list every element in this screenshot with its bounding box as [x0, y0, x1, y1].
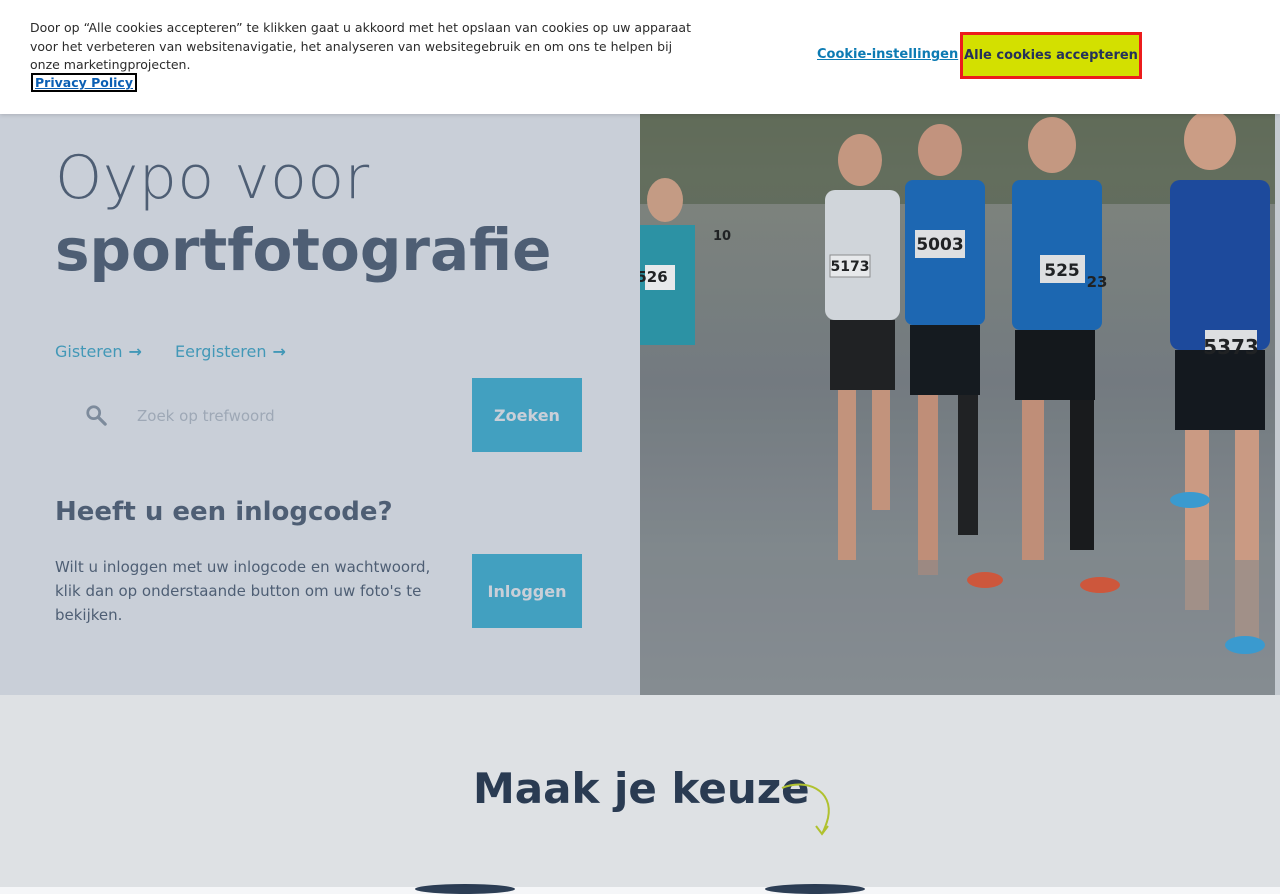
bib-number: 5373 [1203, 335, 1259, 359]
cookie-banner: Door op “Alle cookies accepteren” te kli… [0, 0, 1280, 114]
bib-number: 5173 [831, 259, 870, 275]
choice-card-left[interactable] [415, 884, 515, 894]
search-box [55, 378, 472, 452]
login-button[interactable]: Inloggen [472, 554, 582, 628]
hero-title-bold: sportfotografie [55, 216, 552, 284]
search-button[interactable]: Zoeken [472, 378, 582, 452]
quick-link-eergisteren[interactable]: Eergisteren → [175, 342, 286, 361]
curly-arrow-icon [781, 783, 830, 836]
arrow-right-icon: → [128, 342, 142, 361]
login-heading: Heeft u een inlogcode? [55, 497, 393, 527]
quick-link-label: Eergisteren [175, 342, 267, 361]
cookie-settings-link[interactable]: Cookie-instellingen [817, 47, 958, 62]
search-input[interactable] [135, 400, 459, 432]
hero-title-light: Oypo voor [55, 143, 370, 213]
privacy-policy-link[interactable]: Privacy Policy [31, 73, 137, 92]
bib-number: 5003 [916, 235, 963, 255]
bib-number: 526 [640, 268, 668, 286]
cookie-banner-text: Door op “Alle cookies accepteren” te kli… [30, 20, 691, 72]
bib-number: 23 [1087, 273, 1108, 291]
login-description: Wilt u inloggen met uw inlogcode en wach… [55, 558, 431, 624]
search-icon [86, 405, 107, 426]
section-title: Maak je keuze [473, 764, 810, 813]
accept-all-cookies-button[interactable]: Alle cookies accepteren [960, 32, 1142, 79]
choice-card-right[interactable] [765, 884, 865, 894]
quick-link-label: Gisteren [55, 342, 123, 361]
arrow-right-icon: → [272, 342, 286, 361]
bib-number: 10 [713, 229, 731, 244]
bib-number: 525 [1044, 261, 1080, 281]
quick-link-gisteren[interactable]: Gisteren → [55, 342, 142, 361]
